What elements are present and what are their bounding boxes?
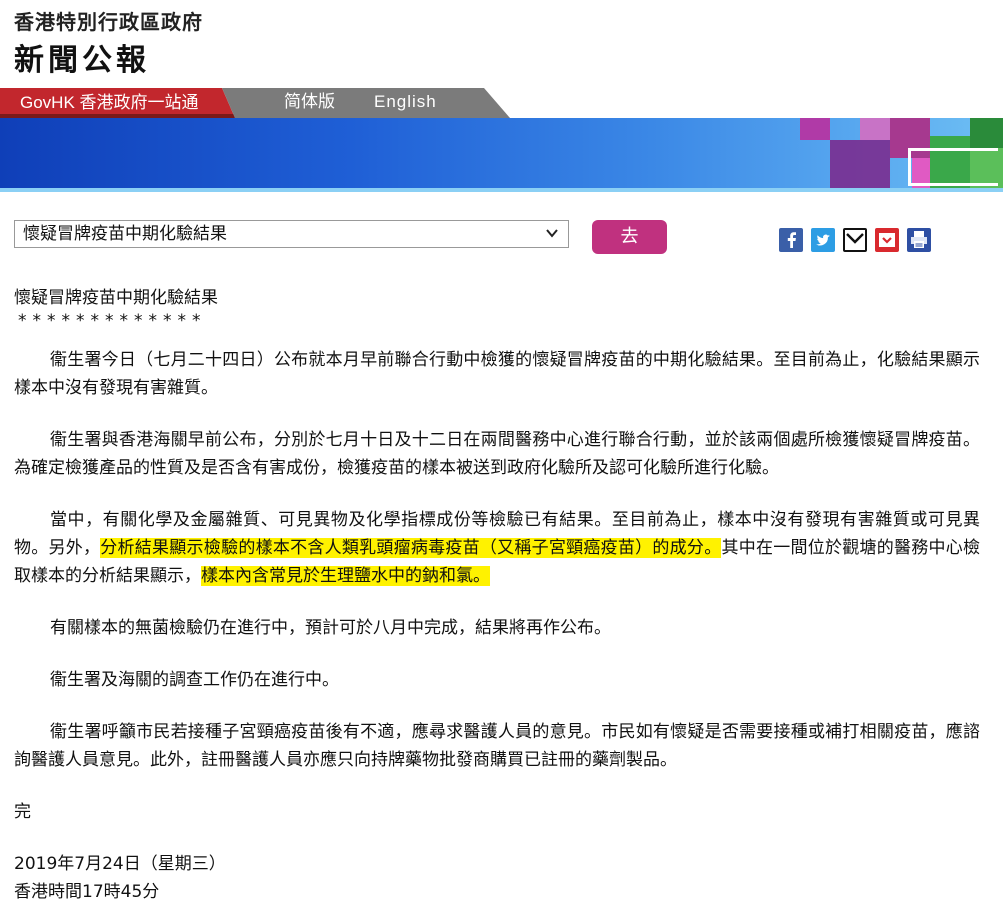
article-paragraph-5: 衞生署及海關的調查工作仍在進行中。 — [50, 670, 339, 690]
go-button[interactable]: 去 — [592, 220, 667, 254]
twitter-icon[interactable] — [811, 228, 835, 252]
press-release-title: 新聞公報 — [14, 43, 150, 78]
highlighted-text: 樣本內含常見於生理鹽水中的鈉和氯。 — [201, 566, 490, 586]
article-paragraph-3: 當中，有關化學及金屬雜質、可見異物及化學指標成份等檢驗已有結果。至目前為止，樣本… — [14, 506, 980, 590]
banner-decoration — [860, 118, 890, 140]
banner-stripe — [0, 188, 1003, 192]
banner-decoration — [908, 148, 998, 186]
release-date: 2019年7月24日（星期三） — [14, 854, 226, 874]
chevron-down-icon — [546, 229, 558, 238]
save-icon[interactable] — [875, 228, 899, 252]
govhk-link[interactable]: GovHK 香港政府一站通 — [0, 88, 235, 118]
article-paragraph-6: 衞生署呼籲市民若接種子宮頸癌疫苗後有不適，應尋求醫護人員的意見。市民如有懷疑是否… — [14, 722, 980, 770]
end-mark: 完 — [14, 802, 31, 822]
article-body: 懷疑冒牌疫苗中期化驗結果 ************* 衞生署今日（七月二十四日）… — [14, 284, 980, 906]
article-select[interactable]: 懷疑冒牌疫苗中期化驗結果 — [14, 220, 569, 248]
article-paragraph-4: 有關樣本的無菌檢驗仍在進行中，預計可於八月中完成，結果將再作公布。 — [50, 618, 611, 638]
english-link[interactable]: English — [374, 88, 437, 118]
highlighted-text: 分析結果顯示檢驗的樣本不含人類乳頭瘤病毒疫苗（又稱子宮頸癌疫苗）的成分。 — [100, 538, 722, 558]
banner-decoration — [800, 118, 830, 140]
facebook-icon[interactable] — [779, 228, 803, 252]
language-nav — [222, 88, 510, 118]
article-select-value: 懷疑冒牌疫苗中期化驗結果 — [23, 224, 227, 244]
title-stars: ************* — [18, 311, 207, 331]
article-title: 懷疑冒牌疫苗中期化驗結果 — [14, 288, 218, 308]
page-header: 香港特別行政區政府 新聞公報 — [0, 0, 1003, 88]
simplified-chinese-link[interactable]: 简体版 — [284, 88, 335, 118]
banner-decoration — [970, 118, 1003, 148]
article-paragraph-1: 衞生署今日（七月二十四日）公布就本月早前聯合行動中檢獲的懷疑冒牌疫苗的中期化驗結… — [14, 350, 980, 398]
print-icon[interactable] — [907, 228, 931, 252]
article-paragraph-2: 衞生署與香港海關早前公布，分別於七月十日及十二日在兩間醫務中心進行聯合行動，並於… — [14, 430, 980, 478]
header-banner — [0, 118, 1003, 192]
email-icon[interactable] — [843, 228, 867, 252]
government-name: 香港特別行政區政府 — [14, 10, 203, 34]
banner-decoration — [830, 140, 890, 190]
release-time: 香港時間17時45分 — [14, 882, 160, 902]
top-nav-bar: GovHK 香港政府一站通 简体版 English — [0, 88, 1003, 118]
